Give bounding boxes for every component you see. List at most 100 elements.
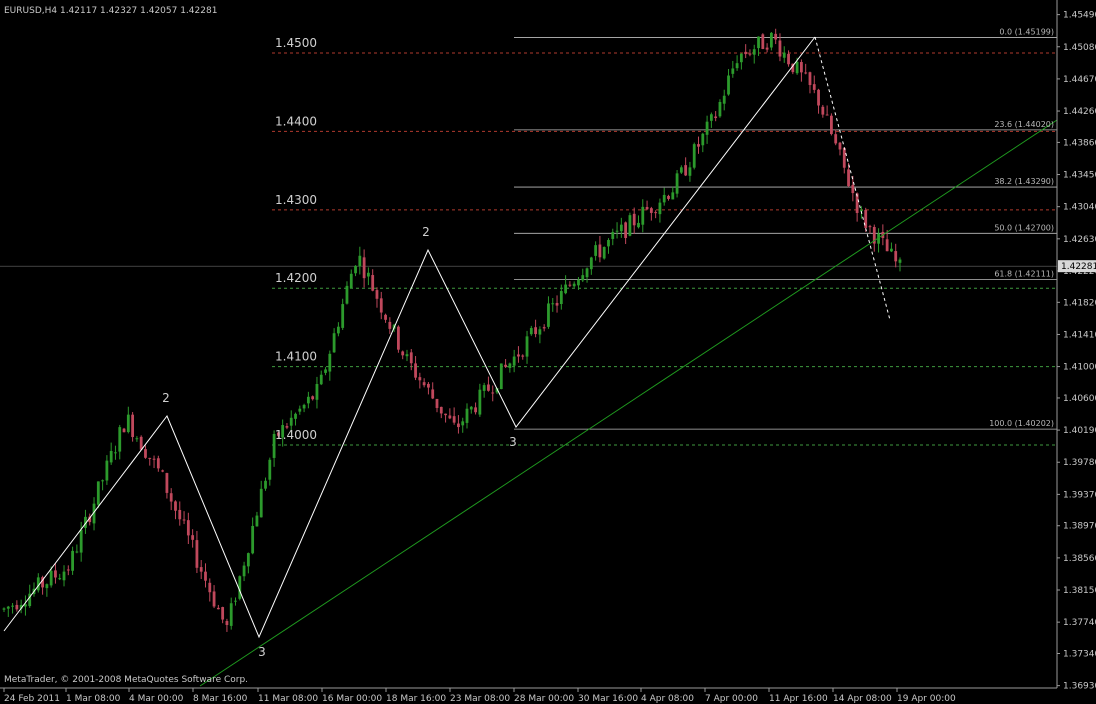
candle-body bbox=[216, 607, 220, 610]
candle-body bbox=[559, 291, 563, 305]
candle-body bbox=[598, 244, 602, 258]
y-tick-label: 1.43040 bbox=[1063, 203, 1096, 213]
candle-body bbox=[371, 275, 375, 291]
candle-body bbox=[225, 621, 229, 625]
candle-body bbox=[585, 268, 589, 278]
candle-body bbox=[649, 208, 653, 213]
candle-body bbox=[414, 363, 417, 378]
candle-body bbox=[825, 114, 829, 116]
x-tick-label: 28 Mar 00:00 bbox=[514, 694, 574, 704]
y-tick-label: 1.38970 bbox=[1063, 522, 1096, 532]
level-label: 1.4000 bbox=[275, 428, 317, 442]
candle-body bbox=[697, 144, 700, 147]
candle-body bbox=[808, 72, 812, 86]
candle-body bbox=[242, 565, 246, 577]
candle-body bbox=[701, 133, 705, 146]
candle-body bbox=[551, 303, 555, 305]
candle-body bbox=[787, 53, 790, 65]
candle-body bbox=[594, 245, 598, 256]
candle-body bbox=[727, 75, 730, 95]
candle-body bbox=[525, 336, 529, 357]
candle-body bbox=[684, 165, 688, 176]
candle-body bbox=[482, 385, 486, 391]
y-tick-label: 1.40190 bbox=[1063, 426, 1096, 436]
candle-body bbox=[508, 363, 512, 368]
candle-body bbox=[148, 457, 152, 459]
candle-body bbox=[517, 354, 520, 357]
candle-body bbox=[637, 222, 640, 228]
candle-body bbox=[324, 369, 327, 373]
axes-layer: 1.45490 1.45080 1.44670 1.44260 1.43860 1.434… bbox=[0, 0, 1096, 704]
level-label: 1.4300 bbox=[275, 193, 317, 207]
candle-body bbox=[658, 202, 662, 215]
candle-body bbox=[401, 351, 405, 356]
candle-body bbox=[641, 206, 645, 225]
x-tick-label: 23 Mar 08:00 bbox=[450, 694, 510, 704]
candle-body bbox=[349, 273, 353, 289]
candle-body bbox=[817, 89, 820, 106]
candle-body bbox=[302, 404, 306, 409]
candle-body bbox=[568, 284, 572, 286]
candle-body bbox=[448, 415, 452, 419]
candle-body bbox=[427, 383, 430, 388]
candle-body bbox=[174, 501, 177, 511]
candle-body bbox=[358, 255, 362, 267]
level-label: 1.4200 bbox=[275, 271, 317, 285]
x-tick-label: 24 Feb 2011 bbox=[4, 694, 60, 704]
y-tick-label: 1.39370 bbox=[1063, 490, 1096, 500]
candle-body bbox=[105, 460, 109, 481]
candle-body bbox=[534, 327, 537, 335]
projection-line bbox=[814, 36, 891, 321]
level-label: 1.4400 bbox=[275, 114, 317, 128]
candle-body bbox=[799, 62, 803, 73]
candle-body bbox=[118, 427, 122, 452]
candle-body bbox=[388, 321, 392, 329]
candle-body bbox=[435, 398, 439, 408]
candle-body bbox=[246, 553, 250, 567]
candle-body bbox=[332, 333, 336, 353]
x-tick-label: 30 Mar 16:00 bbox=[578, 694, 638, 704]
current-price-label: 1.42281 bbox=[1061, 262, 1096, 272]
candle-body bbox=[705, 121, 709, 135]
candle-body bbox=[379, 298, 383, 313]
candle-body bbox=[491, 392, 495, 394]
fib-label: 23.6 (1.44020) bbox=[994, 120, 1054, 129]
candle-body bbox=[890, 248, 893, 252]
candle-body bbox=[294, 413, 297, 419]
candle-body bbox=[778, 40, 782, 57]
candle-body bbox=[375, 290, 379, 299]
x-tick-label: 1 Mar 08:00 bbox=[66, 694, 121, 704]
candle-body bbox=[761, 34, 765, 49]
candle-body bbox=[422, 382, 426, 386]
candle-body bbox=[602, 247, 606, 259]
candle-body bbox=[439, 406, 443, 414]
candle-body bbox=[259, 488, 263, 518]
y-tick-label: 1.43450 bbox=[1063, 171, 1096, 181]
candle-body bbox=[75, 551, 79, 553]
candle-body bbox=[96, 481, 100, 505]
candle-body bbox=[122, 428, 126, 433]
candle-body bbox=[667, 195, 670, 199]
candle-body bbox=[624, 222, 628, 239]
candle-body bbox=[769, 32, 773, 48]
candle-body bbox=[765, 47, 769, 50]
x-tick-label: 19 Apr 00:00 bbox=[897, 694, 956, 704]
candle-body bbox=[6, 606, 10, 609]
candle-body bbox=[182, 519, 186, 521]
candle-body bbox=[782, 52, 786, 58]
candle-body bbox=[264, 480, 267, 489]
candle-body bbox=[341, 304, 345, 328]
x-tick-label: 18 Mar 16:00 bbox=[386, 694, 446, 704]
candle-body bbox=[409, 352, 413, 364]
candle-body bbox=[739, 53, 743, 63]
candle-body bbox=[821, 106, 825, 115]
candle-body bbox=[504, 364, 507, 367]
candle-body bbox=[204, 571, 207, 581]
candle-body bbox=[499, 363, 503, 390]
y-tick-label: 1.41820 bbox=[1063, 298, 1096, 308]
wave-label: 2 bbox=[162, 391, 170, 405]
candle-body bbox=[229, 603, 233, 626]
candle-body bbox=[169, 493, 173, 502]
candle-body bbox=[795, 61, 799, 74]
candle-body bbox=[384, 314, 387, 320]
